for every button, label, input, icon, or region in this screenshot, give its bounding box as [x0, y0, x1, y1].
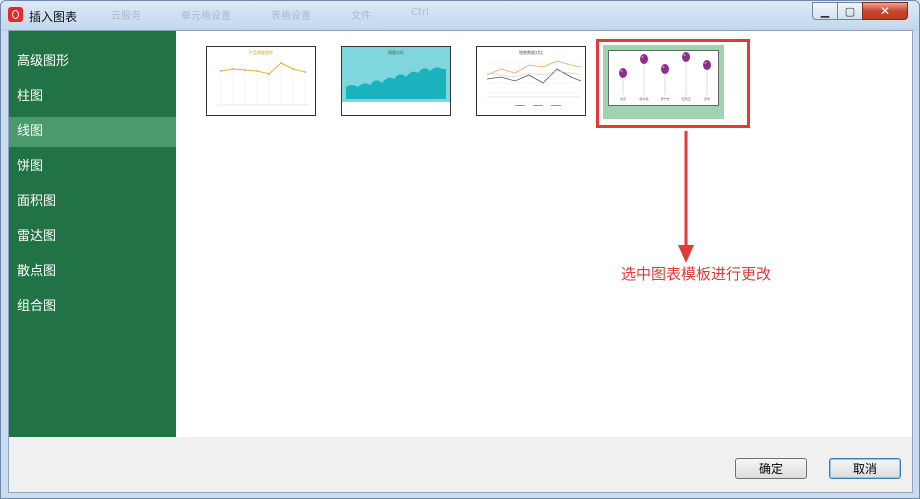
ghost-title: 云服务 [111, 11, 141, 22]
line-chart-thumbnail: 产品销量趋势 [217, 49, 309, 106]
title-bar[interactable]: 插入图表 云服务 单元格设置 表格设置 文件 Ctrl ▁ ▢ ✕ [1, 1, 919, 29]
category-label: 北京 [620, 96, 626, 101]
dialog-footer: 确定 取消 [9, 437, 912, 492]
template-title: 销量分析 [388, 49, 404, 55]
sidebar-item-advanced[interactable]: 高级图形 [9, 47, 176, 77]
category-label: 京市 [704, 96, 710, 101]
area-chart-thumbnail: 销量分析 [342, 47, 450, 115]
maximize-icon: ▢ [844, 4, 856, 18]
balloon-chart-graphic: 北京 哈尔滨 济宁市 石家庄 京市 [619, 52, 711, 101]
close-button[interactable]: ✕ [862, 2, 908, 20]
sidebar-item-column[interactable]: 柱图 [9, 82, 176, 112]
background-ribbon-ghost: 云服务 单元格设置 表格设置 文件 Ctrl [111, 7, 801, 25]
ghost-title: 单元格设置 [181, 11, 231, 22]
app-logo-icon [8, 7, 23, 22]
multi-line-chart-thumbnail: 销售数据对比 [486, 49, 582, 106]
template-title: 产品销量趋势 [249, 49, 273, 55]
ghost-title: 文件 [351, 11, 371, 22]
annotation-arrow [678, 131, 694, 263]
window-title: 插入图表 [29, 10, 78, 24]
category-label: 石家庄 [681, 96, 690, 101]
sidebar-item-area[interactable]: 面积图 [9, 187, 176, 217]
insert-chart-dialog: 插入图表 云服务 单元格设置 表格设置 文件 Ctrl ▁ ▢ ✕ 高级图形 柱… [0, 0, 920, 499]
close-icon: ✕ [879, 4, 891, 18]
category-label: 济宁市 [660, 96, 669, 101]
minimize-icon: ▁ [820, 4, 830, 18]
ok-button[interactable]: 确定 [735, 458, 807, 479]
ghost-title: 表格设置 [271, 11, 311, 22]
sidebar-item-line[interactable]: 线图 [9, 117, 176, 147]
template-title: 销售数据对比 [519, 49, 543, 55]
template-thumbnail-2[interactable]: 销量分析 [341, 46, 451, 116]
ghost-title: Ctrl [411, 7, 429, 18]
sidebar-item-pie[interactable]: 饼图 [9, 152, 176, 182]
maximize-button[interactable]: ▢ [837, 2, 863, 20]
annotation-text: 选中图表模板进行更改 [621, 265, 772, 283]
template-thumbnail-1[interactable]: 产品销量趋势 [206, 46, 316, 116]
sidebar-item-radar[interactable]: 雷达图 [9, 222, 176, 252]
category-label: 哈尔滨 [639, 96, 648, 101]
template-gallery: 产品销量趋势 销量分析 销售数据对比 北京 哈尔滨 济宁市 石家庄 京市 选中图… [176, 31, 912, 437]
dialog-body: 高级图形 柱图 线图 饼图 面积图 雷达图 散点图 组合图 产品销量趋势 销量分… [8, 30, 913, 493]
sidebar-item-combo[interactable]: 组合图 [9, 292, 176, 322]
balloon-chart-thumbnail: 北京 哈尔滨 济宁市 石家庄 京市 [608, 50, 719, 106]
cancel-button[interactable]: 取消 [829, 458, 901, 479]
sidebar-item-scatter[interactable]: 散点图 [9, 257, 176, 287]
chart-type-sidebar: 高级图形 柱图 线图 饼图 面积图 雷达图 散点图 组合图 [9, 31, 176, 437]
minimize-button[interactable]: ▁ [812, 2, 838, 20]
template-thumbnail-4[interactable]: 北京 哈尔滨 济宁市 石家庄 京市 [603, 45, 724, 119]
template-thumbnail-3[interactable]: 销售数据对比 [476, 46, 586, 116]
